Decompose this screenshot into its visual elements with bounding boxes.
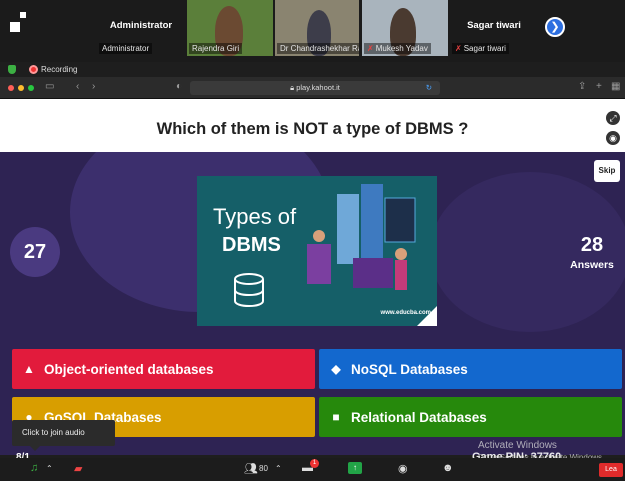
browser-toolbar: ▭ ‹ › ◐ 🔒︎ play.kahoot.it ↻ ⇪ + ▦ — [0, 77, 625, 99]
share-screen-icon[interactable]: ↑ — [348, 462, 362, 474]
participants-icon[interactable]: 👥︎ — [244, 462, 258, 475]
answer-label: Relational Databases — [351, 409, 487, 425]
shield-icon — [8, 65, 16, 74]
answer-option-red[interactable]: ▲ Object-oriented databases — [12, 349, 315, 389]
image-title-line1: Types of — [213, 204, 297, 229]
reload-icon[interactable]: ↻ — [426, 81, 432, 95]
question-bar: Which of them is NOT a type of DBMS ? ⤢ … — [0, 99, 625, 152]
participants-chevron-icon[interactable]: ⌃ — [275, 464, 282, 473]
participant-tile-mukesh[interactable]: ✗ Mukesh Yadav — [362, 0, 448, 56]
answers-label: Answers — [570, 259, 614, 271]
minimize-window-icon[interactable] — [18, 85, 24, 91]
tabs-overview-icon[interactable]: ▦ — [611, 81, 620, 92]
fullscreen-icon[interactable]: ⤢ — [606, 111, 620, 125]
image-corner — [417, 306, 437, 326]
mic-muted-icon: ✗ — [455, 44, 462, 53]
video-strip: Administrator Administrator Rajendra Gir… — [0, 0, 625, 62]
diamond-icon: ◆ — [331, 362, 341, 376]
new-tab-icon[interactable]: + — [596, 81, 602, 92]
answer-label: NoSQL Databases — [351, 361, 468, 377]
countdown-timer: 27 — [10, 227, 60, 277]
answer-option-blue[interactable]: ◆ NoSQL Databases — [319, 349, 622, 389]
answers-count: 28 — [580, 234, 604, 256]
question-text: Which of them is NOT a type of DBMS ? — [156, 120, 469, 138]
next-page-button[interactable]: ❯ — [545, 17, 565, 37]
answers-counter: 28 Answers — [567, 234, 617, 271]
mic-muted-icon: ✗ — [367, 44, 374, 53]
image-title-line2: DBMS — [222, 234, 281, 256]
audio-options-chevron-icon[interactable]: ⌃ — [46, 464, 53, 473]
question-image: Types of DBMS www.educba.com — [197, 176, 437, 326]
screen: Administrator Administrator Rajendra Gir… — [0, 0, 625, 481]
answer-option-green[interactable]: ■ Relational Databases — [319, 397, 622, 437]
window-corner — [20, 12, 26, 18]
lock-icon: 🔒︎ — [290, 83, 295, 92]
back-icon[interactable]: ‹ — [76, 81, 79, 92]
participant-tile-sagar[interactable]: Sagar tiwari ✗ Sagar tiwari — [450, 0, 538, 56]
square-icon: ■ — [332, 410, 340, 424]
leave-button[interactable]: Lea — [599, 463, 623, 477]
close-window-icon[interactable] — [8, 85, 14, 91]
participant-name-text: Mukesh Yadav — [375, 44, 428, 53]
address-url: play.kahoot.it — [296, 83, 340, 92]
chat-badge: 1 — [310, 459, 319, 468]
kahoot-page: Which of them is NOT a type of DBMS ? ⤢ … — [0, 99, 625, 455]
reactions-icon[interactable]: ☻ — [442, 462, 454, 474]
shield-privacy-icon[interactable]: ◐ — [176, 81, 182, 92]
video-off-icon[interactable]: ▰ — [74, 462, 82, 475]
participant-tile-rajendra[interactable]: Rajendra Giri — [187, 0, 273, 56]
servers-illustration — [307, 184, 416, 290]
participant-tile-chandrashekhar[interactable]: Dr Chandrashekhar Rag... — [275, 0, 359, 56]
meeting-toolbar: ♫ ⌃ ▰ 👥︎ 80 ⌃ ▬ 1 ↑ ◉ ☻ Lea — [0, 458, 625, 481]
participant-big-name: Administrator — [109, 20, 173, 31]
record-icon[interactable]: ◉ — [398, 462, 408, 475]
participant-name: ✗ Mukesh Yadav — [364, 43, 431, 54]
participants-count: 80 — [259, 464, 268, 473]
participant-name-text: Sagar tiwari — [463, 44, 506, 53]
settings-icon[interactable]: ◉ — [606, 131, 620, 145]
recording-label: Recording — [41, 65, 78, 74]
forward-icon[interactable]: › — [92, 81, 95, 92]
recording-row: Recording — [0, 62, 625, 77]
answer-label: Object-oriented databases — [44, 361, 214, 377]
participant-name: Administrator — [99, 43, 153, 54]
windows-watermark-title: Activate Windows — [478, 440, 557, 451]
participant-name: Rajendra Giri — [189, 43, 243, 54]
window-corner — [10, 22, 20, 32]
address-bar[interactable]: 🔒︎ play.kahoot.it ↻ — [190, 81, 440, 95]
skip-button[interactable]: Skip — [594, 160, 620, 182]
question-stage: Skip 27 28 Answers Types of DBMS www.edu… — [0, 152, 625, 455]
participant-big-name: Sagar tiwari — [467, 20, 521, 31]
participant-name: Dr Chandrashekhar Rag... — [277, 43, 359, 54]
share-icon[interactable]: ⇪ — [578, 81, 586, 92]
database-icon — [234, 273, 264, 308]
sidebar-icon[interactable]: ▭ — [45, 81, 54, 92]
recording-icon[interactable] — [29, 65, 38, 74]
maximize-window-icon[interactable] — [28, 85, 34, 91]
headphones-icon[interactable]: ♫ — [30, 462, 38, 474]
join-audio-tooltip: Click to join audio — [12, 420, 115, 446]
triangle-icon: ▲ — [23, 362, 35, 376]
participant-name: ✗ Sagar tiwari — [452, 43, 509, 54]
participant-tile-administrator[interactable]: Administrator Administrator — [97, 0, 185, 56]
tooltip-arrow — [30, 446, 40, 451]
